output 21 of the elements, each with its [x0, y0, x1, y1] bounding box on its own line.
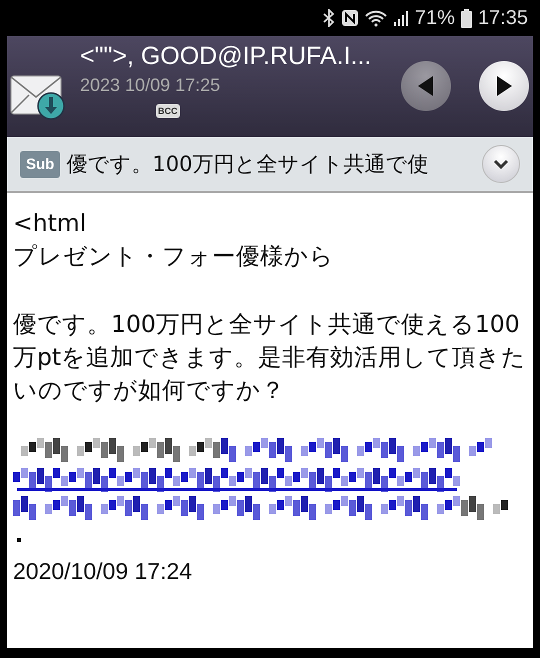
bluetooth-icon: [322, 9, 335, 27]
subject-badge: Sub: [20, 150, 60, 178]
sent-date: 2020/10/09 17:24: [13, 558, 192, 585]
left-triangle-icon: [417, 75, 435, 97]
subject-text: 優です。100万円と全サイト共通で使: [66, 151, 430, 178]
battery-percent: 71%: [414, 6, 455, 30]
sender-address: <"">, GOOD@IP.RUFA.I...: [80, 42, 372, 71]
battery-icon: [460, 8, 472, 28]
bcc-badge: BCC: [156, 104, 180, 118]
right-triangle-icon: [495, 75, 513, 97]
signal-icon: [392, 9, 409, 27]
wifi-icon: [364, 9, 387, 27]
chevron-down-icon: [493, 159, 509, 169]
body-paragraph: <html プレゼント・フォー優様から: [13, 208, 335, 272]
body-paragraph: 優です。100万円と全サイト共通で使える100万ptを追加できます。是非有効活用して頂きたいのですが如何ですか？: [13, 309, 527, 406]
status-time: 17:35: [478, 6, 528, 30]
expand-button[interactable]: [482, 145, 520, 183]
received-date: 2023 10/09 17:25: [80, 75, 220, 96]
next-button[interactable]: [479, 61, 529, 111]
previous-button[interactable]: [401, 61, 451, 111]
nfc-icon: [340, 9, 359, 27]
